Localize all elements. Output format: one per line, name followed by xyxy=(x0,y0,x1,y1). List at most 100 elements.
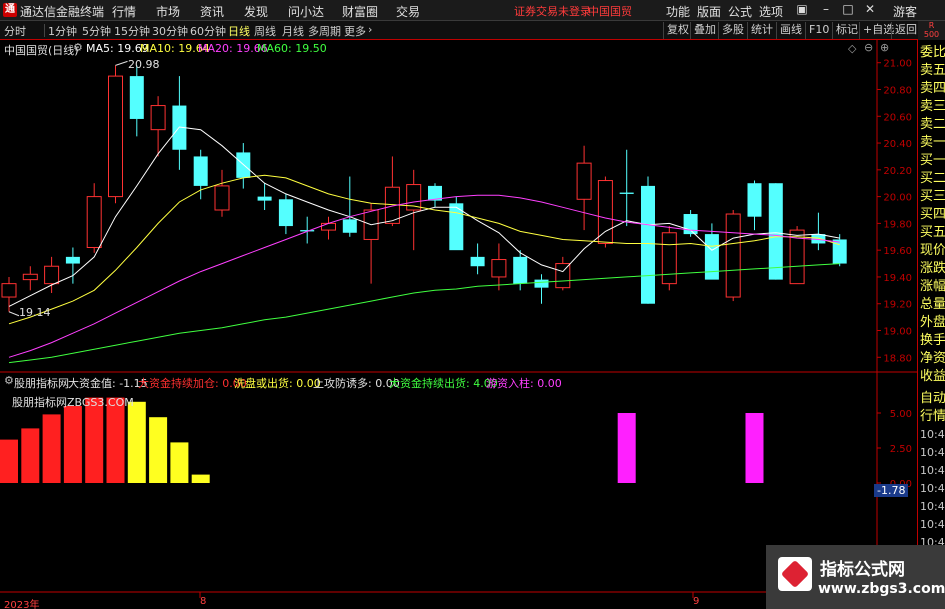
maximize-icon[interactable]: □ xyxy=(840,2,856,16)
tool-overlay[interactable]: 叠加 xyxy=(690,22,716,39)
sidebar-item-17[interactable]: 净资 xyxy=(920,350,945,368)
indicator-bar xyxy=(127,401,146,483)
period-month[interactable]: 月线 xyxy=(282,23,304,39)
tool-back[interactable]: 返回 xyxy=(891,22,917,39)
period-tick[interactable]: 分时 xyxy=(4,23,26,39)
candle-body-down xyxy=(683,214,698,235)
tool-f10[interactable]: F10 xyxy=(805,22,829,39)
minimize-icon[interactable]: – xyxy=(818,2,834,16)
sidebar-time-2: 10:45 xyxy=(920,464,945,477)
login-warning[interactable]: 证券交易未登录 xyxy=(514,3,591,19)
indicator-value-label: -1.78 xyxy=(874,484,909,497)
candle-body-down xyxy=(641,185,655,304)
sidebar-item-1[interactable]: 卖五 xyxy=(920,62,945,80)
menu-layout[interactable]: 版面 xyxy=(697,3,721,20)
period-multi[interactable]: 多周期 xyxy=(308,23,341,39)
xaxis-month-8: 8 xyxy=(200,596,207,607)
low-price-label: 19.14 xyxy=(19,306,51,319)
chevron-right-icon[interactable]: › xyxy=(368,23,372,36)
indicator-bar xyxy=(191,474,210,483)
sidebar-time-1: 10:45 xyxy=(920,446,945,459)
tool-add-watchlist[interactable]: +自选 xyxy=(859,22,894,39)
sub-chart-title: 股朋指标网 xyxy=(14,377,69,390)
candle-body-down xyxy=(65,256,80,264)
sub-settings-gear-icon[interactable]: ⚙ xyxy=(4,374,14,387)
indicator-bar xyxy=(42,414,61,483)
tool-statistics[interactable]: 统计 xyxy=(747,22,773,39)
sidebar-item-4[interactable]: 卖二 xyxy=(920,116,945,134)
kline-chart-area[interactable]: 21.00 20.80 20.60 20.40 20.20 20.00 19.80 19.60… xyxy=(0,40,917,609)
minus-icon[interactable]: ⊖ xyxy=(864,41,873,54)
tool-draw-line[interactable]: 画线 xyxy=(776,22,802,39)
sidebar-item-7[interactable]: 买二 xyxy=(920,170,945,188)
price-tick-label: 19.40 xyxy=(883,273,912,284)
tool-restore-rights[interactable]: 复权 xyxy=(663,22,689,39)
menu-wealth[interactable]: 财富圈 xyxy=(342,3,378,20)
sidebar-item-5[interactable]: 卖一 xyxy=(920,134,945,152)
sidebar-item-15[interactable]: 外盘 xyxy=(920,314,945,332)
period-more[interactable]: 更多 xyxy=(344,23,366,39)
menu-options[interactable]: 选项 xyxy=(759,3,783,20)
sidebar-item-11[interactable]: 现价 xyxy=(920,242,945,260)
sidebar-time-4: 10:45 xyxy=(920,500,945,513)
period-30min[interactable]: 30分钟 xyxy=(152,23,188,39)
watermark-line2: www.zbgs3.com xyxy=(818,581,945,597)
candle-body-down xyxy=(193,156,208,186)
indicator-tick-label: 5.00 xyxy=(890,409,912,420)
menu-quotes[interactable]: 行情 xyxy=(112,3,136,20)
sidebar-time-3: 10:45 xyxy=(920,482,945,495)
period-60min[interactable]: 60分钟 xyxy=(190,23,226,39)
field-hot-money: 游资入柱: 0.00 xyxy=(486,377,562,390)
sidebar-item-14[interactable]: 总量 xyxy=(920,296,945,314)
user-guest[interactable]: 游客 xyxy=(893,3,917,20)
menu-trade[interactable]: 交易 xyxy=(396,3,420,20)
price-tick-label: 18.80 xyxy=(883,353,912,364)
menu-discover[interactable]: 发现 xyxy=(244,3,268,20)
sidebar-item-10[interactable]: 买五 xyxy=(920,224,945,242)
close-icon[interactable]: ✕ xyxy=(862,2,878,16)
kline-svg[interactable]: 21.00 20.80 20.60 20.40 20.20 20.00 19.80 19.60… xyxy=(0,40,917,609)
indicator-tick-label: 2.50 xyxy=(890,444,912,455)
indicator-bar xyxy=(0,439,18,483)
candle-body-up xyxy=(86,196,102,248)
site-logo-icon xyxy=(778,557,812,591)
field-big-fund-out: 大资金持续出货: 4.00 xyxy=(389,377,498,390)
sidebar-item-2[interactable]: 卖四 xyxy=(920,80,945,98)
candle-body-up xyxy=(321,222,336,231)
field-big-fund-value: 大资金值: -1.15 xyxy=(68,377,148,390)
period-15min[interactable]: 15分钟 xyxy=(114,23,150,39)
sidebar-item-8[interactable]: 买三 xyxy=(920,188,945,206)
high-price-label: 20.98 xyxy=(128,58,160,71)
period-day[interactable]: 日线 xyxy=(228,23,250,39)
sidebar-time-0: 10:44 xyxy=(920,428,945,441)
notify-icon[interactable]: ▣ xyxy=(794,2,810,16)
sidebar-item-12[interactable]: 涨跌 xyxy=(920,260,945,278)
sidebar-auto-item-0[interactable]: 自动 xyxy=(920,390,945,408)
period-5min[interactable]: 5分钟 xyxy=(82,23,111,39)
sidebar-item-3[interactable]: 卖三 xyxy=(920,98,945,116)
period-1min[interactable]: 1分钟 xyxy=(48,23,77,39)
period-week[interactable]: 周线 xyxy=(254,23,276,39)
menu-ask[interactable]: 问小达 xyxy=(288,3,324,20)
candle-body-down xyxy=(534,279,549,288)
sidebar-item-9[interactable]: 买四 xyxy=(920,206,945,224)
sidebar-item-6[interactable]: 买一 xyxy=(920,152,945,170)
plus-icon[interactable]: ⊕ xyxy=(880,41,889,54)
candle-body-up xyxy=(44,265,60,285)
menu-news[interactable]: 资讯 xyxy=(200,3,224,20)
sidebar-item-0[interactable]: 委比 xyxy=(920,44,945,62)
tool-multi-stock[interactable]: 多股 xyxy=(718,22,744,39)
diamond-icon[interactable]: ◇ xyxy=(848,42,856,55)
price-tick-label: 19.80 xyxy=(883,219,912,230)
sidebar-item-13[interactable]: 涨幅 xyxy=(920,278,945,296)
menu-market[interactable]: 市场 xyxy=(156,3,180,20)
sidebar-auto-item-1[interactable]: 行情 xyxy=(920,408,945,426)
sidebar-item-16[interactable]: 换手 xyxy=(920,332,945,350)
indicator-bar xyxy=(63,406,82,483)
menu-formula[interactable]: 公式 xyxy=(728,3,752,20)
sidebar-item-18[interactable]: 收益 xyxy=(920,368,945,386)
settings-gear-icon[interactable]: ⚙ xyxy=(73,41,83,54)
tool-mark[interactable]: 标记 xyxy=(832,22,858,39)
menu-function[interactable]: 功能 xyxy=(666,3,690,20)
candle-body-down xyxy=(513,256,528,284)
